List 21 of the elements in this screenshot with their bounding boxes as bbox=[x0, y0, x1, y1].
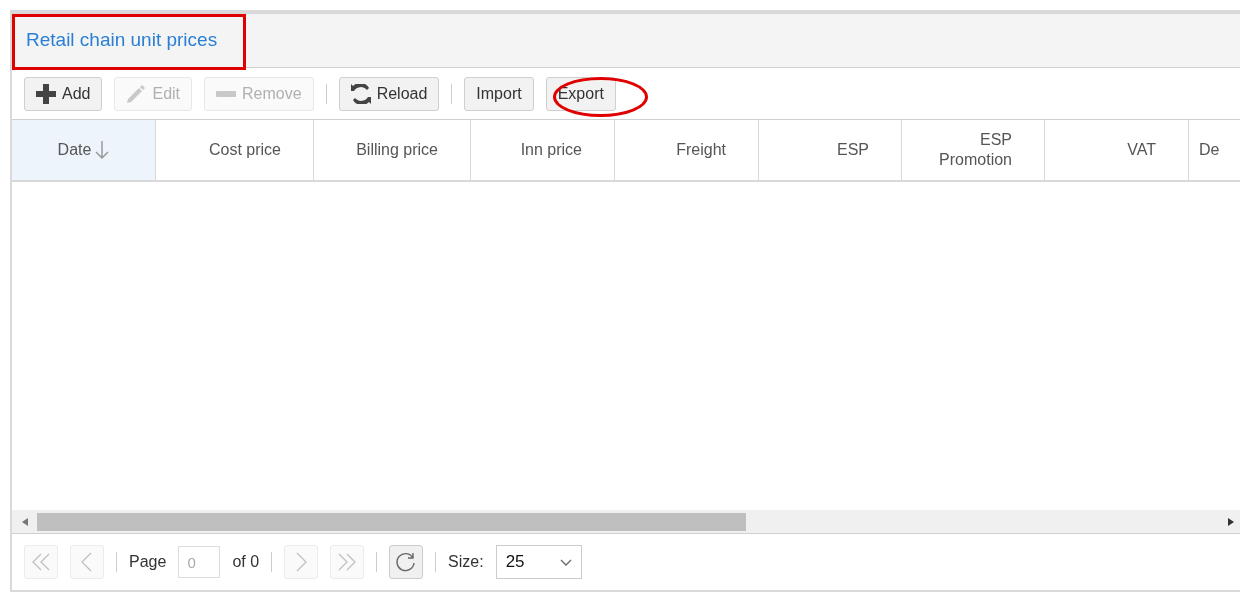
toolbar-button[interactable]: Export bbox=[545, 76, 616, 111]
scroll-left-icon[interactable] bbox=[22, 517, 28, 526]
page-label: Page bbox=[129, 552, 167, 572]
page-size-dropdown[interactable]: 25 bbox=[495, 545, 582, 579]
toolbar-button[interactable]: Import bbox=[464, 76, 534, 111]
toolbar-button[interactable]: Add bbox=[24, 76, 103, 111]
scroll-right-icon[interactable] bbox=[1228, 517, 1234, 526]
plus-icon bbox=[36, 83, 56, 104]
chevron-down-icon bbox=[559, 558, 572, 566]
horizontal-scrollbar[interactable] bbox=[12, 510, 1240, 534]
reload-icon bbox=[350, 83, 371, 104]
panel-title: Retail chain unit prices bbox=[26, 28, 218, 53]
toolbar-button[interactable]: Reload bbox=[338, 76, 440, 111]
sort-down-arrow-icon bbox=[95, 140, 110, 160]
scrollbar-thumb[interactable] bbox=[37, 512, 746, 531]
pencil-icon bbox=[126, 83, 147, 104]
page-count-label: of 0 bbox=[232, 552, 260, 572]
minus-icon bbox=[216, 90, 237, 97]
column-header[interactable]: Date bbox=[12, 120, 156, 180]
refresh-button[interactable] bbox=[389, 545, 424, 579]
size-label: Size: bbox=[448, 552, 484, 572]
